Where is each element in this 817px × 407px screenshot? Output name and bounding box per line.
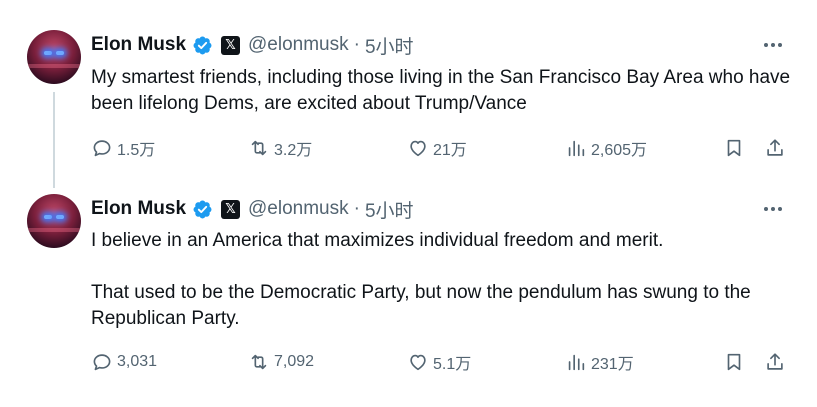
view-count: 231万 — [591, 356, 634, 373]
tweet-paragraph: My smartest friends, including those liv… — [91, 67, 791, 114]
separator-dot: · — [353, 34, 360, 55]
retweet-icon — [251, 140, 267, 156]
avatar[interactable] — [27, 194, 81, 248]
verified-badge-icon — [193, 200, 212, 218]
tweet[interactable]: Elon Musk 𝕏 @elonmusk · 5小时 My smartest … — [0, 0, 817, 186]
bookmark-icon — [727, 139, 741, 157]
more-horizontal-icon — [764, 43, 768, 47]
verified-badge-icon — [193, 36, 212, 54]
bookmark-button[interactable] — [723, 134, 745, 162]
more-options-button[interactable] — [761, 197, 785, 221]
heart-icon — [410, 354, 426, 371]
tweet-header: Elon Musk 𝕏 @elonmusk · 5小时 — [91, 194, 414, 224]
tweet-text: My smartest friends, including those liv… — [91, 65, 791, 117]
like-button[interactable]: 5.1万 — [407, 348, 471, 376]
author-handle[interactable]: @elonmusk — [248, 34, 349, 56]
retweet-button[interactable]: 3.2万 — [248, 134, 312, 162]
like-count: 21万 — [433, 142, 467, 159]
tweet-text: I believe in an America that maximizes i… — [91, 228, 791, 332]
retweet-count: 3.2万 — [274, 142, 313, 159]
tweet-header: Elon Musk 𝕏 @elonmusk · 5小时 — [91, 30, 414, 60]
bookmark-button[interactable] — [723, 348, 745, 376]
share-button[interactable] — [764, 134, 786, 162]
retweet-icon — [251, 354, 267, 370]
bookmark-icon — [727, 353, 741, 371]
tweet-actions: 3,031 7,092 5.1万 231万 — [91, 348, 791, 376]
tweet-actions: 1.5万 3.2万 21万 2,605万 — [91, 134, 791, 162]
heart-icon — [410, 140, 426, 157]
more-options-button[interactable] — [761, 33, 785, 57]
reply-button[interactable]: 3,031 — [91, 348, 157, 376]
reply-icon — [93, 140, 111, 157]
retweet-button[interactable]: 7,092 — [248, 348, 314, 376]
retweet-count: 7,092 — [274, 353, 315, 370]
share-icon — [767, 353, 783, 370]
like-count: 5.1万 — [433, 356, 472, 373]
x-affiliation-badge-icon: 𝕏 — [221, 199, 241, 219]
like-button[interactable]: 21万 — [407, 134, 467, 162]
tweet-paragraph: I believe in an America that maximizes i… — [91, 230, 664, 251]
views-button[interactable]: 2,605万 — [565, 134, 647, 162]
reply-icon — [93, 354, 111, 371]
views-button[interactable]: 231万 — [565, 348, 634, 376]
x-affiliation-badge-icon: 𝕏 — [221, 35, 241, 55]
tweet-timestamp[interactable]: 5小时 — [365, 196, 414, 223]
share-button[interactable] — [764, 348, 786, 376]
views-chart-icon — [568, 354, 585, 371]
reply-button[interactable]: 1.5万 — [91, 134, 155, 162]
tweet[interactable]: Elon Musk 𝕏 @elonmusk · 5小时 I believe in… — [0, 186, 817, 407]
separator-dot: · — [353, 198, 360, 219]
tweet-paragraph: That used to be the Democratic Party, bu… — [91, 282, 751, 329]
more-horizontal-icon — [764, 207, 768, 211]
views-chart-icon — [568, 140, 585, 157]
author-handle[interactable]: @elonmusk — [248, 198, 349, 220]
share-icon — [767, 139, 783, 156]
author-name[interactable]: Elon Musk — [91, 34, 186, 56]
reply-count: 3,031 — [117, 353, 158, 370]
avatar[interactable] — [27, 30, 81, 84]
tweet-timestamp[interactable]: 5小时 — [365, 32, 414, 59]
author-name[interactable]: Elon Musk — [91, 198, 186, 220]
view-count: 2,605万 — [591, 142, 648, 159]
reply-count: 1.5万 — [117, 142, 156, 159]
